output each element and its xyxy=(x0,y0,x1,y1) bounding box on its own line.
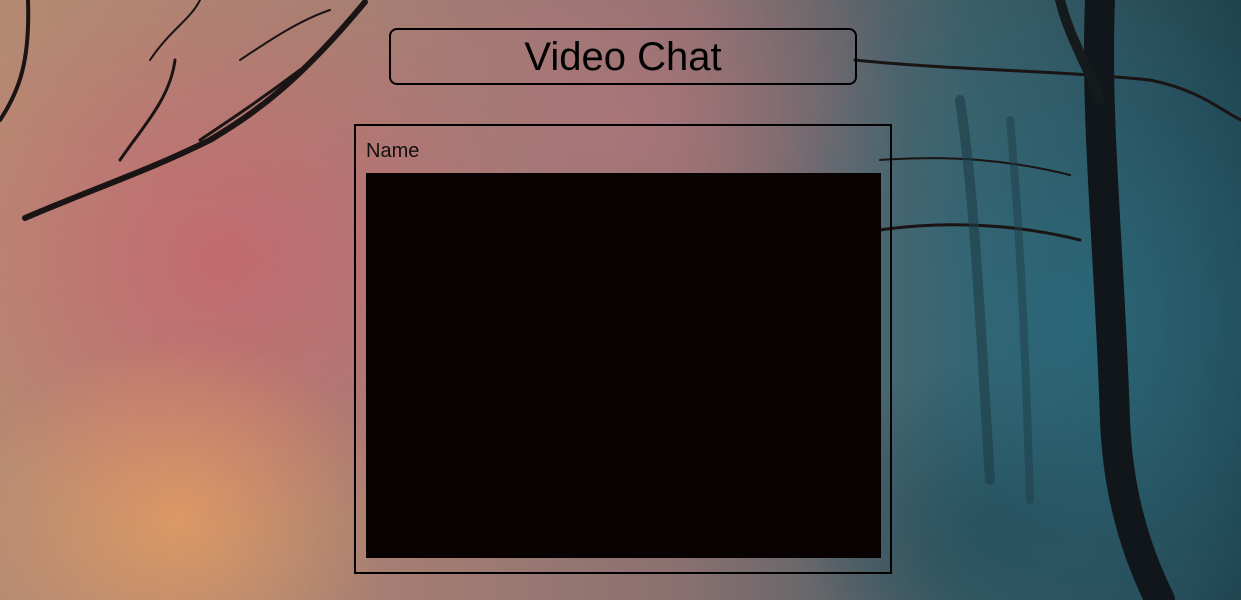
video-feed[interactable] xyxy=(366,173,881,558)
participant-name-label: Name xyxy=(366,140,420,162)
video-panel: Name xyxy=(354,124,892,574)
app-title: Video Chat xyxy=(524,34,722,79)
title-box: Video Chat xyxy=(389,28,857,85)
